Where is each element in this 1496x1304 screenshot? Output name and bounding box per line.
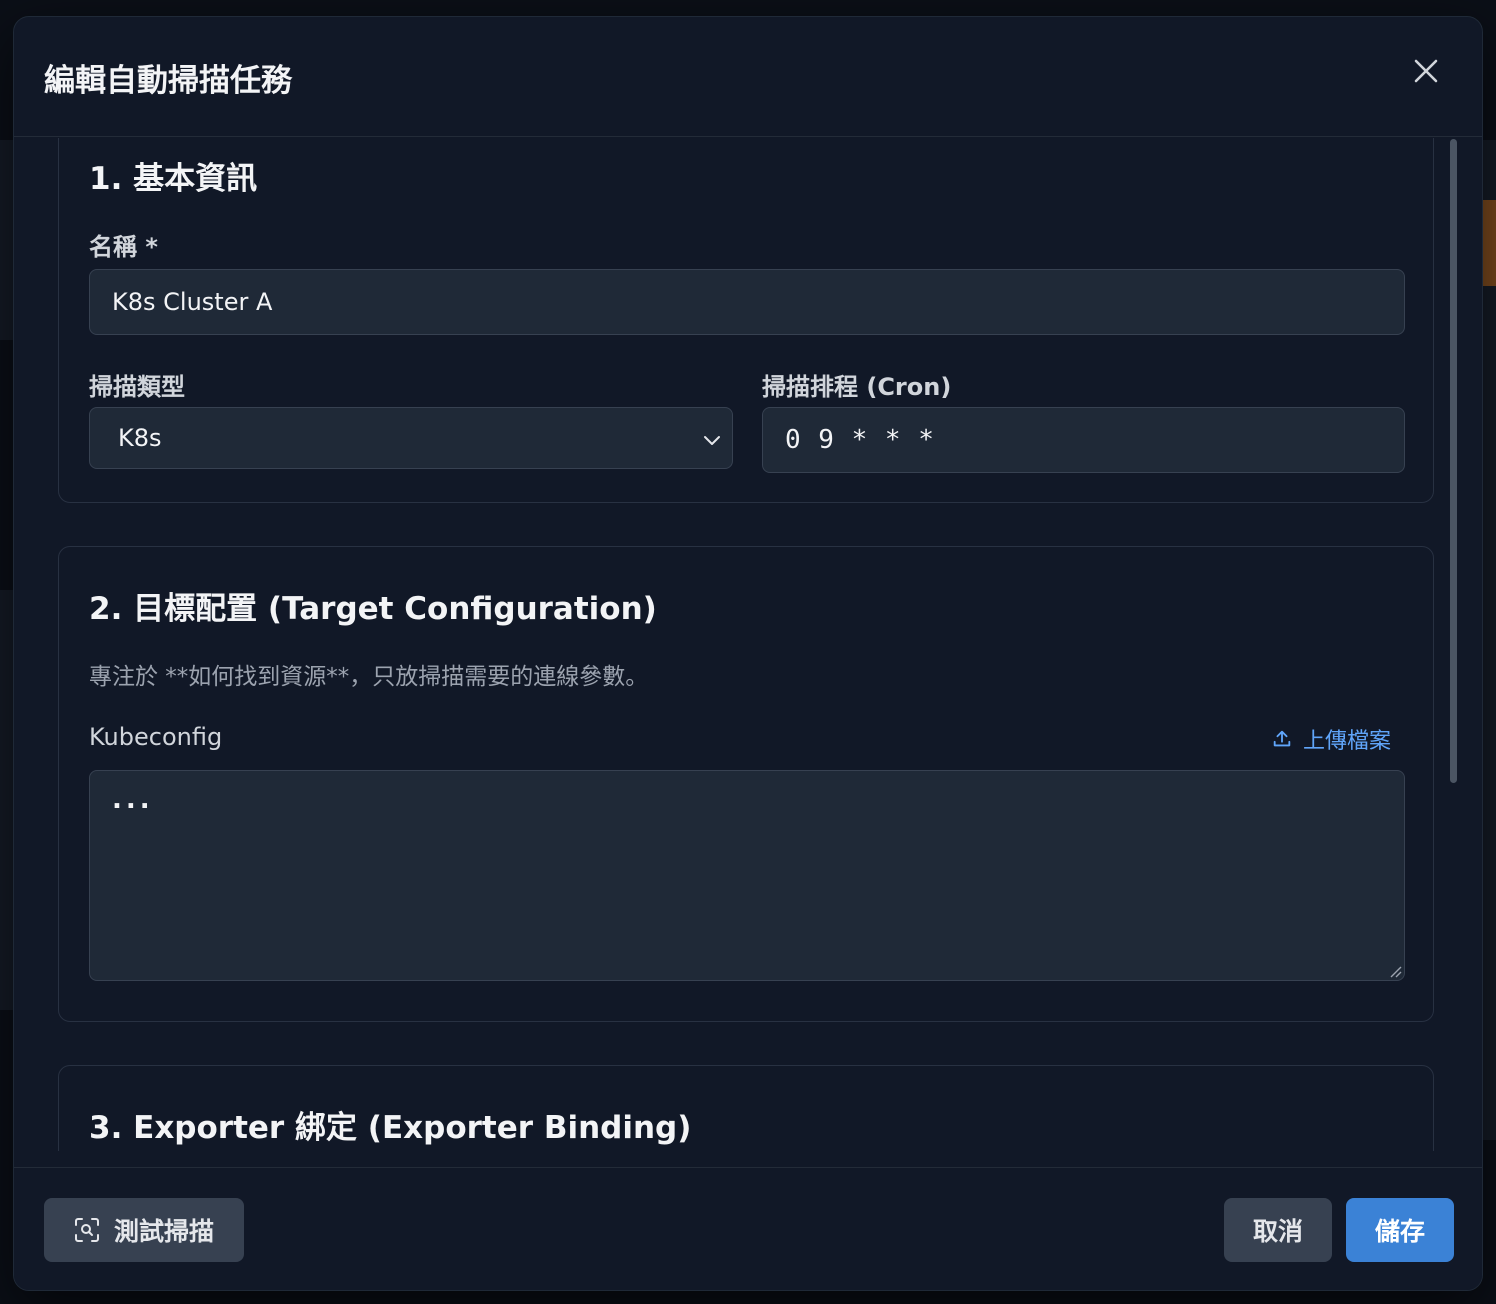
test-scan-button[interactable]: 測試掃描: [44, 1198, 244, 1262]
test-scan-label: 測試掃描: [113, 1217, 214, 1246]
modal-footer: 測試掃描 取消 儲存: [14, 1167, 1482, 1290]
modal-title: 編輯自動掃描任務: [44, 63, 292, 99]
edit-scan-task-modal: 編輯自動掃描任務 1. 基本資訊 名稱 * K8s Cluster A 掃描類型…: [13, 16, 1483, 1291]
upload-file-button[interactable]: 上傳檔案: [1271, 723, 1391, 755]
scan-search-icon: [74, 1218, 99, 1242]
modal-header: 編輯自動掃描任務: [14, 17, 1482, 137]
backdrop-panel: [1482, 140, 1496, 1140]
cancel-label: 取消: [1252, 1217, 1303, 1246]
modal-body: 1. 基本資訊 名稱 * K8s Cluster A 掃描類型 K8s 掃描排程…: [14, 138, 1482, 1151]
name-input[interactable]: K8s Cluster A: [89, 269, 1405, 335]
upload-file-label: 上傳檔案: [1302, 729, 1391, 754]
cancel-button[interactable]: 取消: [1224, 1198, 1332, 1262]
backdrop-accent: [1482, 200, 1496, 286]
section-description: 專注於 **如何找到資源**，只放掃描需要的連線參數。: [89, 664, 649, 690]
save-button[interactable]: 儲存: [1346, 1198, 1454, 1262]
scan-type-value: K8s: [118, 424, 162, 452]
scan-type-label: 掃描類型: [89, 373, 185, 401]
section-title: 3. Exporter 綁定 (Exporter Binding): [89, 1110, 692, 1146]
section-exporter-binding: 3. Exporter 綁定 (Exporter Binding): [58, 1065, 1434, 1151]
backdrop-panel: [0, 140, 14, 340]
resize-handle-icon[interactable]: [1388, 964, 1402, 978]
kubeconfig-textarea[interactable]: ...: [89, 770, 1405, 981]
kubeconfig-value: ...: [112, 785, 154, 815]
schedule-cron-value: 0 9 * * *: [785, 425, 935, 455]
section-title: 1. 基本資訊: [89, 161, 258, 197]
save-label: 儲存: [1374, 1217, 1425, 1246]
section-title: 2. 目標配置 (Target Configuration): [89, 591, 657, 627]
close-icon: [1414, 59, 1438, 83]
name-label: 名稱 *: [89, 233, 158, 261]
backdrop-panel: [0, 590, 14, 1010]
schedule-label: 掃描排程 (Cron): [762, 373, 952, 401]
name-input-value: K8s Cluster A: [112, 288, 273, 316]
scrollbar-thumb[interactable]: [1450, 139, 1457, 783]
section-target-config: 2. 目標配置 (Target Configuration) 專注於 **如何找…: [58, 546, 1434, 1022]
scan-type-select[interactable]: K8s: [89, 407, 733, 469]
close-button[interactable]: [1410, 55, 1442, 87]
upload-icon: [1273, 730, 1291, 747]
kubeconfig-label: Kubeconfig: [89, 723, 223, 751]
schedule-cron-input[interactable]: 0 9 * * *: [762, 407, 1405, 473]
chevron-down-icon: [704, 436, 720, 445]
section-basic-info: 1. 基本資訊 名稱 * K8s Cluster A 掃描類型 K8s 掃描排程…: [58, 138, 1434, 503]
